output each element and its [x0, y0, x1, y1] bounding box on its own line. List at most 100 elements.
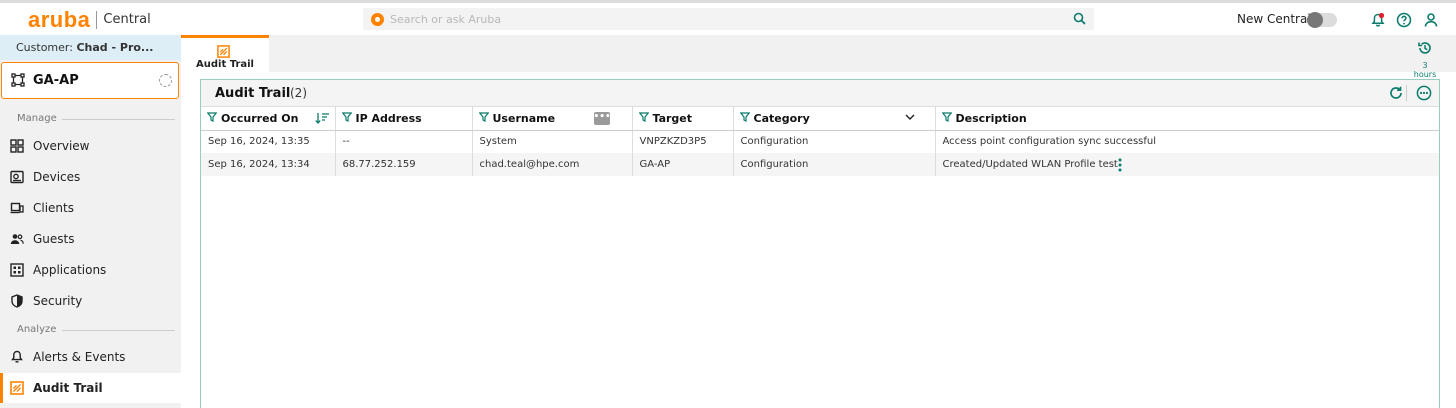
- section-divider: [62, 119, 175, 120]
- table-header-row: Occurred On IP Address Username ••• Targ…: [201, 107, 1439, 131]
- filter-icon[interactable]: [638, 112, 649, 122]
- column-header-username[interactable]: Username •••: [472, 107, 633, 131]
- more-options-icon[interactable]: [1416, 85, 1432, 101]
- cell-occurred-on: Sep 16, 2024, 13:35: [201, 130, 336, 153]
- cell-username: chad.teal@hpe.com: [472, 153, 633, 176]
- sidebar-item-label: Guests: [33, 232, 75, 246]
- new-central-toggle[interactable]: [1307, 12, 1337, 28]
- filter-icon[interactable]: [739, 112, 750, 122]
- user-account-icon[interactable]: [1423, 12, 1439, 28]
- bell-icon: [11, 350, 23, 363]
- shield-icon: [11, 294, 23, 308]
- refresh-icon[interactable]: [1388, 85, 1404, 101]
- panel-header: Audit Trail (2): [201, 80, 1439, 107]
- audit-icon: [217, 45, 230, 58]
- sidebar-item-audit-trail[interactable]: Audit Trail: [0, 373, 181, 403]
- row-actions-icon[interactable]: [1118, 158, 1122, 172]
- audit-icon: [10, 381, 24, 395]
- sidebar-item-security[interactable]: Security: [0, 286, 181, 316]
- column-label: IP Address: [355, 111, 422, 125]
- logo-wordmark: aruba: [28, 7, 91, 32]
- tab-bar: Audit Trail 3 hours: [181, 35, 1456, 79]
- tab-audit-trail[interactable]: Audit Trail: [181, 35, 269, 72]
- customer-prefix: Customer:: [16, 41, 73, 54]
- column-label: Description: [955, 111, 1027, 125]
- device-group-icon: [11, 73, 25, 87]
- notifications-bell-icon[interactable]: [1370, 12, 1386, 28]
- chevron-down-icon[interactable]: [905, 113, 915, 121]
- logo-separator: [96, 11, 98, 29]
- history-clock-icon: [1418, 42, 1431, 54]
- column-menu-icon[interactable]: •••: [593, 112, 611, 125]
- loading-spinner-icon: [159, 74, 172, 87]
- sidebar-item-label: Applications: [33, 263, 107, 277]
- cell-occurred-on: Sep 16, 2024, 13:34: [201, 153, 336, 176]
- section-analyze: Analyze: [17, 324, 57, 335]
- customer-selector[interactable]: Customer: Chad - Pro...: [0, 35, 181, 60]
- filter-icon[interactable]: [341, 112, 352, 122]
- users-icon: [10, 234, 24, 244]
- cell-target: VNPZKZD3P5: [632, 130, 734, 153]
- sidebar: Customer: Chad - Pro... GA-AP Manage Ove…: [0, 35, 181, 408]
- help-icon[interactable]: [1396, 12, 1412, 28]
- sidebar-item-devices[interactable]: Devices: [0, 162, 181, 192]
- aruba-assist-icon: [371, 12, 384, 26]
- column-label: Category: [753, 111, 810, 125]
- column-header-ip-address[interactable]: IP Address: [335, 107, 473, 131]
- cell-username: System: [472, 130, 633, 153]
- audit-trail-panel: Audit Trail (2) Occurred On IP Address U…: [200, 79, 1440, 408]
- column-header-category[interactable]: Category: [733, 107, 936, 131]
- cell-ip-address: --: [335, 130, 473, 153]
- laptop-icon: [10, 202, 24, 214]
- column-header-target[interactable]: Target: [632, 107, 734, 131]
- table-row[interactable]: Sep 16, 2024, 13:34 68.77.252.159 chad.t…: [201, 153, 1439, 176]
- section-divider: [62, 330, 175, 331]
- header-divider: [1406, 85, 1407, 101]
- device-icon: [10, 170, 24, 184]
- description-text: Created/Updated WLAN Profile test: [942, 159, 1118, 170]
- audit-table: Occurred On IP Address Username ••• Targ…: [201, 107, 1439, 176]
- cell-description: Access point configuration sync successf…: [942, 136, 1157, 148]
- sidebar-item-label: Security: [33, 294, 83, 308]
- search-bar[interactable]: [363, 8, 1094, 30]
- column-label: Occurred On: [221, 111, 299, 125]
- cell-category: Configuration: [733, 153, 936, 176]
- time-range-selector[interactable]: 3 hours: [1410, 40, 1440, 79]
- column-header-description[interactable]: Description: [935, 107, 1439, 131]
- aruba-logo[interactable]: aruba Central: [28, 7, 151, 32]
- top-header: aruba Central New Central: [0, 3, 1456, 35]
- sidebar-item-label: Clients: [33, 201, 74, 215]
- cell-target: GA-AP: [632, 153, 734, 176]
- sidebar-item-clients[interactable]: Clients: [0, 193, 181, 223]
- record-count: (2): [290, 86, 307, 100]
- table-row[interactable]: Sep 16, 2024, 13:35 -- System VNPZKZD3P5…: [201, 130, 1439, 153]
- apps-icon: [10, 263, 24, 277]
- sidebar-item-guests[interactable]: Guests: [0, 224, 181, 254]
- sidebar-item-overview[interactable]: Overview: [0, 131, 181, 161]
- sort-descending-icon[interactable]: [314, 112, 330, 124]
- cell-category: Configuration: [733, 130, 936, 153]
- cell-ip-address: 68.77.252.159: [335, 153, 473, 176]
- grid-icon: [10, 139, 24, 153]
- sidebar-item-label: Alerts & Events: [33, 350, 126, 364]
- filter-icon[interactable]: [941, 112, 952, 122]
- device-name: GA-AP: [33, 73, 79, 88]
- sidebar-item-alerts-events[interactable]: Alerts & Events: [0, 342, 181, 372]
- product-name: Central: [103, 12, 151, 27]
- sidebar-item-label: Audit Trail: [33, 381, 103, 395]
- tab-label: Audit Trail: [196, 59, 254, 70]
- column-label: Target: [652, 111, 693, 125]
- customer-name: Chad - Pro...: [76, 41, 154, 54]
- section-manage: Manage: [17, 113, 57, 124]
- sidebar-item-label: Devices: [33, 170, 81, 184]
- search-icon[interactable]: [1073, 12, 1086, 25]
- search-input[interactable]: [390, 12, 1050, 26]
- filter-icon[interactable]: [207, 112, 217, 122]
- cell-description: Created/Updated WLAN Profile test: [935, 153, 1439, 176]
- filter-icon[interactable]: [478, 112, 489, 122]
- column-header-occurred-on[interactable]: Occurred On: [201, 107, 336, 131]
- sidebar-item-applications[interactable]: Applications: [0, 255, 181, 285]
- time-range-label: 3 hours: [1413, 61, 1437, 79]
- device-context-selector[interactable]: GA-AP: [1, 62, 179, 99]
- toggle-knob: [1307, 12, 1323, 28]
